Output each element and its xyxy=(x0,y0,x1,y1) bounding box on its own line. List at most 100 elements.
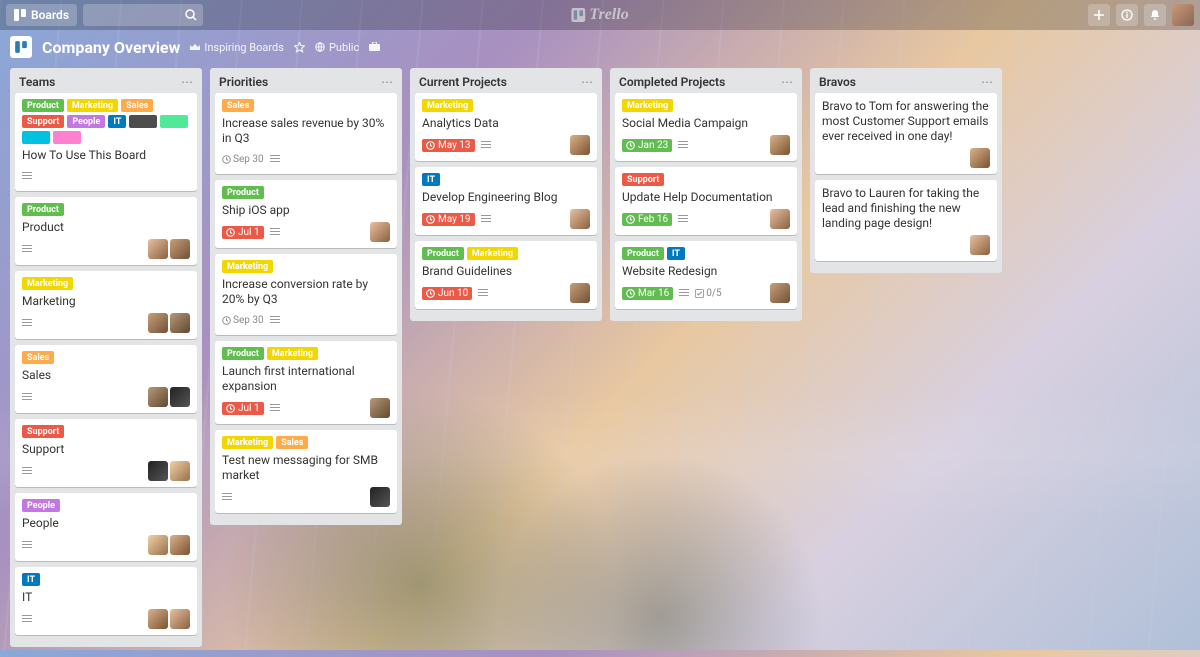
card-title: How To Use This Board xyxy=(22,148,190,163)
label[interactable]: Marketing xyxy=(67,99,118,112)
label[interactable]: Support xyxy=(622,173,664,186)
label[interactable]: IT xyxy=(667,247,685,260)
inspiring-boards-button[interactable]: Inspiring Boards xyxy=(190,41,284,54)
label[interactable]: IT xyxy=(22,573,40,586)
label[interactable]: Product xyxy=(222,347,264,360)
list-menu-button[interactable]: ⋯ xyxy=(381,75,393,89)
list-title[interactable]: Priorities xyxy=(219,75,268,89)
list-menu-button[interactable]: ⋯ xyxy=(181,75,193,89)
label[interactable]: Marketing xyxy=(222,260,273,273)
list-title[interactable]: Teams xyxy=(19,75,55,89)
notifications-button[interactable] xyxy=(1144,4,1166,26)
board-title[interactable]: Company Overview xyxy=(42,38,180,57)
label[interactable]: People xyxy=(67,115,105,128)
label[interactable]: Sales xyxy=(22,351,54,364)
label[interactable]: People xyxy=(22,499,60,512)
brand-logo[interactable]: Trello xyxy=(571,6,628,24)
label[interactable]: Marketing xyxy=(22,277,73,290)
card[interactable]: ProductITWebsite RedesignMar 160/5 xyxy=(615,241,797,309)
card[interactable]: MarketingSocial Media CampaignJan 23 xyxy=(615,93,797,161)
label[interactable]: Sales xyxy=(222,99,254,112)
card[interactable]: Bravo to Lauren for taking the lead and … xyxy=(815,180,997,261)
info-button[interactable] xyxy=(1116,4,1138,26)
member-avatar[interactable] xyxy=(970,235,990,255)
member-avatar[interactable] xyxy=(148,313,168,333)
boards-button[interactable]: Boards xyxy=(6,4,77,26)
member-avatar[interactable] xyxy=(170,387,190,407)
label[interactable]: Sales xyxy=(121,99,153,112)
card[interactable]: Bravo to Tom for answering the most Cust… xyxy=(815,93,997,174)
label[interactable]: Product xyxy=(22,203,64,216)
card[interactable]: SalesSales xyxy=(15,345,197,413)
list-menu-button[interactable]: ⋯ xyxy=(581,75,593,89)
card[interactable]: ProductMarketingSales SupportPeopleIT How … xyxy=(15,93,197,191)
card-title: Develop Engineering Blog xyxy=(422,190,590,205)
label[interactable] xyxy=(22,131,50,144)
label[interactable]: Marketing xyxy=(267,347,318,360)
briefcase-button[interactable] xyxy=(369,42,380,52)
card[interactable]: ITIT xyxy=(15,567,197,635)
label[interactable]: Support xyxy=(22,115,64,128)
label[interactable]: Product xyxy=(22,99,64,112)
list-title[interactable]: Bravos xyxy=(819,75,856,89)
member-avatar[interactable] xyxy=(770,209,790,229)
card[interactable]: SupportSupport xyxy=(15,419,197,487)
member-avatar[interactable] xyxy=(170,535,190,555)
label[interactable]: IT xyxy=(422,173,440,186)
member-avatar[interactable] xyxy=(148,387,168,407)
card[interactable]: MarketingSalesTest new messaging for SMB… xyxy=(215,430,397,513)
card[interactable]: MarketingAnalytics DataMay 13 xyxy=(415,93,597,161)
card[interactable]: ProductProduct xyxy=(15,197,197,265)
label[interactable]: Marketing xyxy=(622,99,673,112)
list-menu-button[interactable]: ⋯ xyxy=(781,75,793,89)
label[interactable]: Support xyxy=(22,425,64,438)
member-avatar[interactable] xyxy=(170,609,190,629)
member-avatar[interactable] xyxy=(570,283,590,303)
label[interactable]: IT xyxy=(108,115,126,128)
member-avatar[interactable] xyxy=(370,222,390,242)
member-avatar[interactable] xyxy=(370,487,390,507)
card[interactable]: SupportUpdate Help DocumentationFeb 16 xyxy=(615,167,797,235)
team-logo[interactable] xyxy=(10,36,32,58)
member-avatar[interactable] xyxy=(170,313,190,333)
label[interactable]: Product xyxy=(222,186,264,199)
user-avatar[interactable] xyxy=(1172,4,1194,26)
member-avatar[interactable] xyxy=(148,535,168,555)
card[interactable]: SalesIncrease sales revenue by 30% in Q3… xyxy=(215,93,397,174)
member-avatar[interactable] xyxy=(970,148,990,168)
board-canvas[interactable]: Teams ⋯ProductMarketingSalesSupportPeopl… xyxy=(0,64,1200,657)
member-avatar[interactable] xyxy=(170,239,190,259)
label[interactable]: Product xyxy=(422,247,464,260)
label[interactable]: Product xyxy=(622,247,664,260)
label[interactable]: Sales xyxy=(276,436,308,449)
label[interactable] xyxy=(160,115,188,128)
label[interactable]: Marketing xyxy=(222,436,273,449)
label[interactable]: Marketing xyxy=(422,99,473,112)
member-avatar[interactable] xyxy=(570,209,590,229)
create-button[interactable] xyxy=(1088,4,1110,26)
label[interactable] xyxy=(53,131,81,144)
member-avatar[interactable] xyxy=(570,135,590,155)
member-avatar[interactable] xyxy=(148,239,168,259)
card[interactable]: ProductMarketingBrand GuidelinesJun 10 xyxy=(415,241,597,309)
card[interactable]: MarketingIncrease conversion rate by 20%… xyxy=(215,254,397,335)
card[interactable]: ProductMarketingLaunch first internation… xyxy=(215,341,397,424)
member-avatar[interactable] xyxy=(770,135,790,155)
list-title[interactable]: Current Projects xyxy=(419,75,507,89)
member-avatar[interactable] xyxy=(370,398,390,418)
search-input[interactable] xyxy=(83,4,203,26)
card[interactable]: ProductShip iOS appJul 1 xyxy=(215,180,397,248)
member-avatar[interactable] xyxy=(148,461,168,481)
list-title[interactable]: Completed Projects xyxy=(619,75,725,89)
card[interactable]: MarketingMarketing xyxy=(15,271,197,339)
card[interactable]: PeoplePeople xyxy=(15,493,197,561)
member-avatar[interactable] xyxy=(770,283,790,303)
label[interactable] xyxy=(129,115,157,128)
visibility-button[interactable]: Public xyxy=(315,41,359,54)
label[interactable]: Marketing xyxy=(467,247,518,260)
member-avatar[interactable] xyxy=(148,609,168,629)
star-button[interactable] xyxy=(294,42,305,53)
list-menu-button[interactable]: ⋯ xyxy=(981,75,993,89)
card[interactable]: ITDevelop Engineering BlogMay 19 xyxy=(415,167,597,235)
member-avatar[interactable] xyxy=(170,461,190,481)
